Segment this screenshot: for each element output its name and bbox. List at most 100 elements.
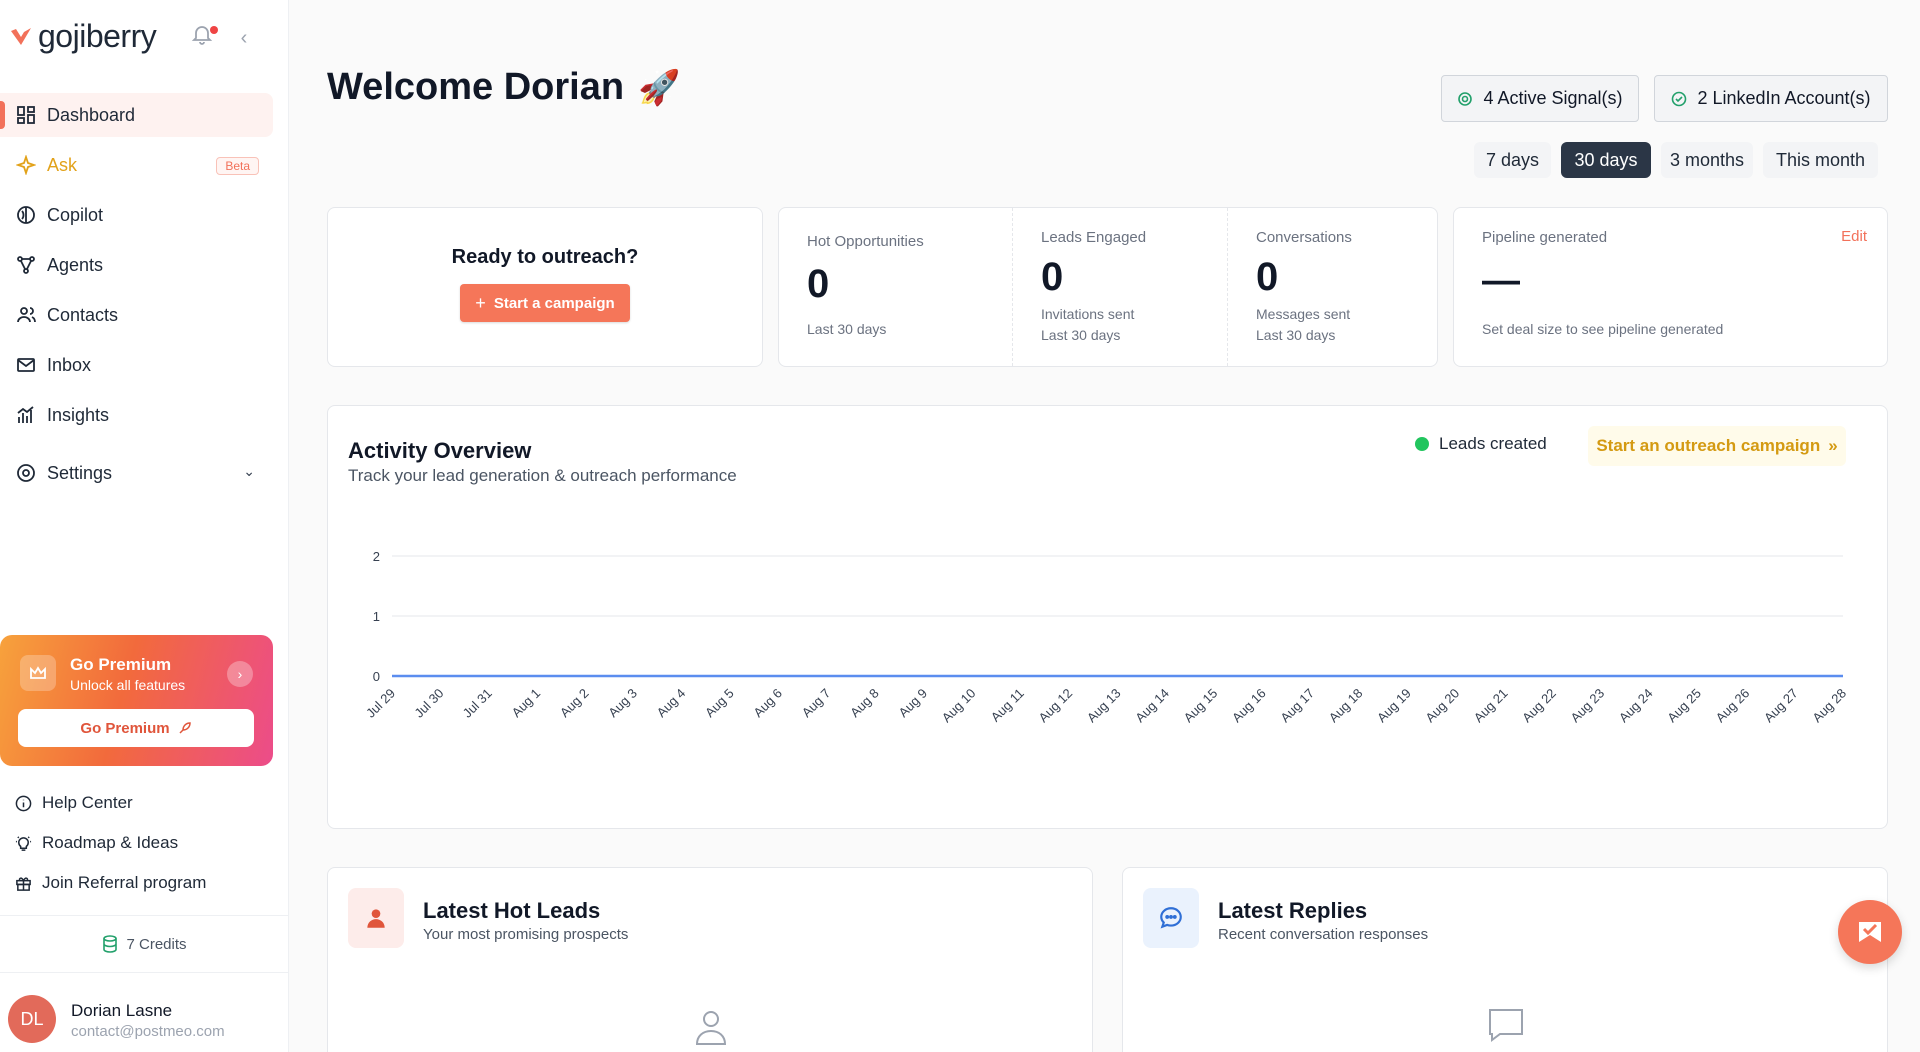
premium-title: Go Premium [70,655,172,674]
sparkle-icon [16,155,36,175]
stat-value: 0 [1041,255,1064,299]
person-icon [348,888,404,948]
x-tick-label: Aug 7 [799,686,834,721]
x-tick-label: Aug 17 [1277,686,1317,726]
stat-conversations: Conversations 0 Messages sent Last 30 da… [1227,208,1437,366]
go-premium-button[interactable]: Go Premium [18,709,254,747]
x-tick-label: Aug 10 [939,686,979,726]
nav-label: Insights [47,404,110,425]
chevron-right-icon: › [237,666,243,682]
database-icon [103,935,118,953]
stat-sub: Last 30 days [807,321,887,337]
dashboard-icon [16,105,36,125]
ready-to-outreach-card: Ready to outreach? + Start a campaign [327,207,763,367]
x-tick-label: Aug 22 [1519,686,1559,726]
collapse-sidebar-button[interactable]: ‹ [232,26,256,50]
signals-label: 4 Active Signal(s) [1483,88,1623,108]
bell-icon [191,26,213,45]
credits[interactable]: 7 Credits [0,915,289,973]
range-7-days[interactable]: 7 days [1474,142,1551,178]
brand-chat-icon [1859,922,1881,942]
user-name: Dorian Lasne [71,1001,173,1020]
nav-item-contacts[interactable]: Contacts [0,293,273,337]
x-tick-label: Aug 8 [847,686,882,721]
sidebar: gojiberry ‹ Dashboard Ask Beta Copilot A… [0,0,289,1052]
nav-item-settings[interactable]: Settings ⌄ [0,451,273,495]
x-tick-label: Aug 15 [1181,686,1221,726]
notifications-button[interactable] [190,22,220,52]
link-label: Help Center [42,793,133,812]
x-tick-label: Jul 29 [363,686,398,721]
empty-person-icon [695,1011,727,1045]
pipeline-card: Pipeline generated Edit — Set deal size … [1453,207,1888,367]
stat-value: 0 [807,262,830,306]
nav-item-ask[interactable]: Ask Beta [0,143,273,187]
welcome-text: Welcome Dorian [327,66,625,108]
replies-title: Latest Replies [1218,898,1368,923]
nav-label: Dashboard [47,104,136,125]
x-tick-label: Aug 16 [1229,686,1269,726]
contacts-icon [16,305,36,325]
premium-subtitle: Unlock all features [70,677,186,693]
nav-label: Inbox [47,354,92,375]
stat-sub: Messages sent [1256,306,1351,322]
notification-dot [210,26,218,34]
x-tick-label: Aug 11 [988,686,1027,725]
stat-sub: Invitations sent [1041,306,1135,322]
y-tick-label: 0 [373,669,380,684]
start-outreach-campaign-button[interactable]: Start an outreach campaign » [1588,426,1846,466]
copilot-icon [16,205,36,225]
page-title: Welcome Dorian 🚀 [327,66,680,109]
stat-sub: Last 30 days [1041,327,1121,343]
x-tick-label: Aug 19 [1374,686,1414,726]
link-label: Join Referral program [42,873,207,892]
linkedin-label: 2 LinkedIn Account(s) [1697,88,1871,108]
user-profile[interactable]: DL Dorian Lasne contact@postmeo.com [8,995,278,1045]
info-icon [14,794,32,812]
main-nav: Dashboard Ask Beta Copilot Agents Contac… [0,93,273,501]
help-center-link[interactable]: Help Center [0,783,273,823]
legend-label: Leads created [1439,434,1547,453]
nav-item-dashboard[interactable]: Dashboard [0,93,273,137]
nav-item-copilot[interactable]: Copilot [0,193,273,237]
x-tick-label: Aug 13 [1084,686,1124,726]
stat-sub: Last 30 days [1256,327,1336,343]
hot-leads-subtitle: Your most promising prospects [423,926,629,943]
active-signals-button[interactable]: 4 Active Signal(s) [1441,75,1639,122]
x-tick-label: Aug 20 [1422,686,1462,726]
range-this-month[interactable]: This month [1763,142,1878,178]
x-tick-label: Aug 25 [1664,686,1704,726]
rocket-emoji: 🚀 [638,68,681,107]
range-30-days[interactable]: 30 days [1561,142,1651,178]
inbox-icon [16,355,36,375]
go-premium-label: Go Premium [80,719,170,737]
beta-badge: Beta [216,157,259,175]
nav-item-agents[interactable]: Agents [0,243,273,287]
start-campaign-button[interactable]: + Start a campaign [460,284,630,322]
link-label: Roadmap & Ideas [42,833,179,852]
edit-pipeline-link[interactable]: Edit [1841,228,1867,245]
roadmap-link[interactable]: Roadmap & Ideas [0,823,273,863]
brand-name: gojiberry [38,17,157,54]
referral-link[interactable]: Join Referral program [0,863,273,903]
stat-label: Hot Opportunities [807,233,924,250]
x-tick-label: Aug 9 [896,686,931,721]
nav-item-inbox[interactable]: Inbox [0,343,273,387]
signal-icon [1458,91,1473,106]
range-3-months[interactable]: 3 months [1661,142,1753,178]
main-content: Welcome Dorian 🚀 4 Active Signal(s) 2 Li… [289,0,1920,1052]
nav-label: Copilot [47,204,104,225]
premium-expand-button[interactable]: › [227,661,253,687]
pipeline-value: — [1482,260,1520,302]
nav-item-insights[interactable]: Insights [0,393,273,437]
chevron-down-icon: ⌄ [243,463,255,479]
activity-overview-card: Activity Overview Track your lead genera… [327,405,1888,829]
rocket-icon [179,722,191,734]
chat-support-button[interactable] [1838,900,1902,964]
credits-label: 7 Credits [126,935,187,953]
linkedin-accounts-button[interactable]: 2 LinkedIn Account(s) [1654,75,1888,122]
x-tick-label: Aug 21 [1471,686,1511,726]
go-premium-card: Go Premium Unlock all features › Go Prem… [0,635,273,766]
chat-icon [1143,888,1199,948]
nav-label: Settings [47,462,113,483]
